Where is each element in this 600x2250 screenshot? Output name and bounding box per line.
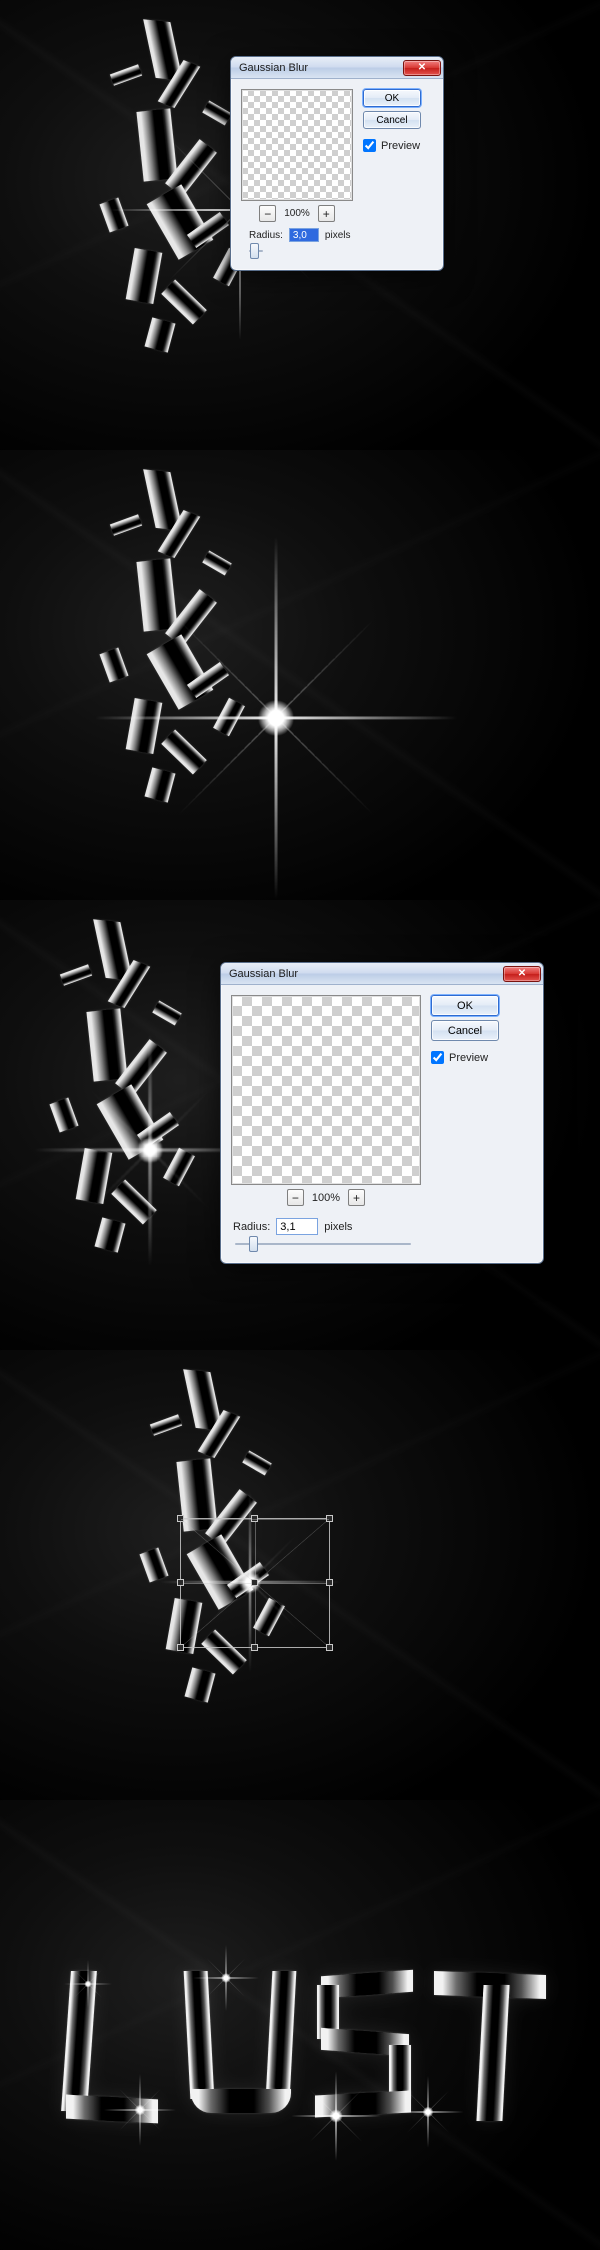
dialog-title: Gaussian Blur — [239, 62, 308, 74]
preview-checkbox-row[interactable]: Preview — [363, 139, 421, 152]
cancel-button[interactable]: Cancel — [363, 111, 421, 129]
transform-handle[interactable] — [326, 1644, 333, 1651]
tutorial-step-4 — [0, 1350, 600, 1800]
transform-handle[interactable] — [177, 1579, 184, 1586]
cancel-button[interactable]: Cancel — [431, 1020, 499, 1041]
ok-button[interactable]: OK — [431, 995, 499, 1016]
filter-preview[interactable] — [231, 995, 421, 1185]
zoom-out-button[interactable]: − — [287, 1189, 304, 1206]
preview-label: Preview — [381, 140, 420, 152]
zoom-in-button[interactable]: + — [348, 1189, 365, 1206]
minus-icon: − — [264, 208, 271, 220]
transform-handle[interactable] — [177, 1644, 184, 1651]
tutorial-step-2 — [0, 450, 600, 900]
minus-icon: − — [292, 1192, 299, 1204]
radius-unit: pixels — [324, 1221, 352, 1233]
zoom-in-button[interactable]: + — [318, 205, 335, 222]
preview-checkbox[interactable] — [431, 1051, 444, 1064]
close-icon: ✕ — [518, 968, 526, 979]
radius-input[interactable] — [289, 228, 319, 242]
plus-icon: + — [323, 208, 330, 220]
preview-checkbox-row[interactable]: Preview — [431, 1051, 499, 1064]
zoom-out-button[interactable]: − — [259, 205, 276, 222]
radius-label: Radius: — [233, 1221, 270, 1233]
dialog-titlebar[interactable]: Gaussian Blur ✕ — [221, 963, 543, 985]
zoom-level: 100% — [312, 1192, 340, 1204]
preview-checkbox[interactable] — [363, 139, 376, 152]
letter-s — [307, 1965, 425, 2135]
transform-center[interactable] — [251, 1579, 258, 1586]
dialog-titlebar[interactable]: Gaussian Blur ✕ — [231, 57, 443, 79]
gaussian-blur-dialog: Gaussian Blur ✕ − 100% + Radius: pixels — [230, 56, 444, 271]
transform-handle[interactable] — [326, 1515, 333, 1522]
radius-input[interactable] — [276, 1218, 318, 1235]
dialog-title: Gaussian Blur — [229, 968, 298, 980]
transform-handle[interactable] — [177, 1515, 184, 1522]
cancel-label: Cancel — [376, 115, 407, 126]
shattered-artwork — [110, 450, 330, 810]
close-icon: ✕ — [418, 62, 426, 73]
filter-preview[interactable] — [241, 89, 353, 201]
plus-icon: + — [353, 1192, 360, 1204]
ok-label: OK — [385, 93, 399, 104]
gaussian-blur-dialog: Gaussian Blur ✕ − 100% + Radius: pixels — [220, 962, 544, 1264]
zoom-level: 100% — [284, 208, 310, 219]
radius-slider[interactable] — [235, 1235, 411, 1253]
close-button[interactable]: ✕ — [503, 966, 541, 982]
radius-label: Radius: — [249, 230, 283, 241]
close-button[interactable]: ✕ — [403, 60, 441, 76]
letter-l — [58, 1965, 176, 2135]
ok-label: OK — [457, 1000, 473, 1012]
radius-slider[interactable] — [249, 242, 263, 260]
transform-bounding-box[interactable] — [180, 1518, 330, 1648]
transform-handle[interactable] — [251, 1644, 258, 1651]
transform-handle[interactable] — [326, 1579, 333, 1586]
tutorial-step-1: Gaussian Blur ✕ − 100% + Radius: pixels — [0, 0, 600, 450]
letter-u — [183, 1965, 301, 2135]
preview-label: Preview — [449, 1052, 488, 1064]
cancel-label: Cancel — [448, 1025, 482, 1037]
transform-handle[interactable] — [251, 1515, 258, 1522]
tutorial-step-3: Gaussian Blur ✕ − 100% + Radius: pixels — [0, 900, 600, 1350]
ok-button[interactable]: OK — [363, 89, 421, 107]
letter-t — [432, 1965, 550, 2135]
radius-unit: pixels — [325, 230, 351, 241]
tutorial-step-5-final — [0, 1800, 600, 2250]
artwork-word — [58, 1950, 550, 2150]
